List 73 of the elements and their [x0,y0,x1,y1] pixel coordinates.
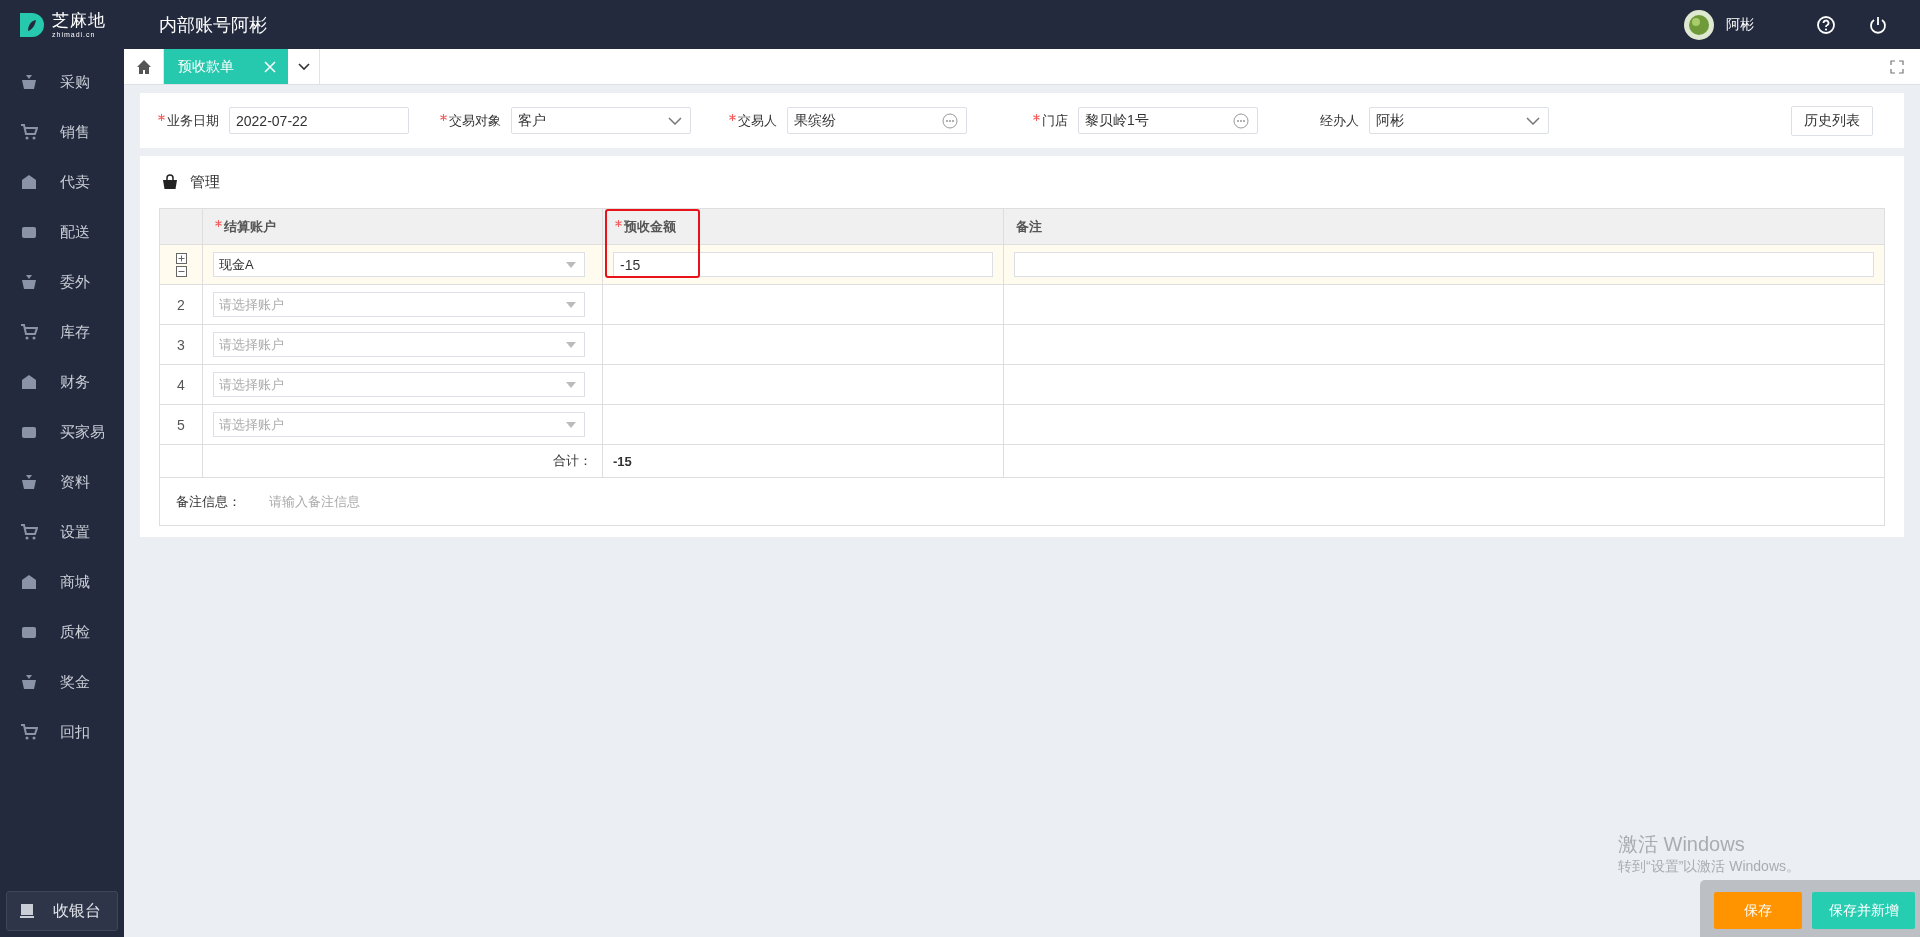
basket-icon [162,174,178,190]
menu-item-icon [20,123,38,141]
activation-title: 激活 Windows [1618,832,1746,857]
total-amount: -15 [613,453,632,469]
avatar-icon[interactable] [1684,9,1714,40]
caret-icon [566,341,576,348]
power-icon[interactable] [1868,14,1888,35]
section-title: 管理 [190,172,220,192]
add-row-icon[interactable] [175,252,187,264]
input-field[interactable]: 阿彬 [1369,107,1549,134]
menu-item-icon [20,573,38,591]
account-title: 内部账号阿彬 [159,13,267,37]
sidebar-item[interactable]: 奖金 [0,657,124,707]
menu-item-icon [20,323,38,341]
total-label: 合计： [553,453,592,468]
sidebar-item[interactable]: 资料 [0,457,124,507]
sidebar-item[interactable]: 财务 [0,357,124,407]
row-number: 3 [177,336,185,353]
logo-text: 芝麻地 [52,11,106,29]
amount-input[interactable]: -15 [613,252,993,277]
logo-icon [18,10,46,39]
sidebar-item[interactable]: 采购 [0,57,124,107]
sidebar-item[interactable]: 委外 [0,257,124,307]
column-header: 结算账户 [224,217,276,236]
row-number: 5 [177,416,185,433]
caret-icon [566,301,576,308]
sidebar-item[interactable]: 商城 [0,557,124,607]
field-label: 交易对象 [449,111,501,130]
column-header: 备注 [1016,217,1042,236]
menu-item-icon [20,373,38,391]
sidebar-item[interactable]: 销售 [0,107,124,157]
sidebar-item[interactable]: 配送 [0,207,124,257]
caret-icon [566,261,576,268]
history-list-button[interactable]: 历史列表 [1791,105,1873,136]
chevron-down-icon [1526,116,1540,125]
menu-item-icon [20,523,38,541]
chevron-down-icon [297,62,310,71]
user-name[interactable]: 阿彬 [1726,15,1754,34]
sidebar-item[interactable]: 买家易 [0,407,124,457]
account-select[interactable]: 现金A [213,252,585,277]
menu-item-icon [20,73,38,91]
field-label: 业务日期 [167,111,219,130]
row-number: 2 [177,296,185,313]
menu-item-icon [20,273,38,291]
home-icon [135,58,152,75]
activation-message: 转到“设置”以激活 Windows。 [1618,858,1800,876]
input-field[interactable]: 2022-07-22 [229,107,409,134]
input-field[interactable]: 客户 [511,107,691,134]
caret-icon [566,421,576,428]
sidebar-item[interactable]: 库存 [0,307,124,357]
chevron-down-icon [668,116,682,125]
menu-item-icon [20,673,38,691]
field-label: 门店 [1042,111,1068,130]
menu-item-icon [20,723,38,741]
sidebar-item[interactable]: 设置 [0,507,124,557]
remark-label: 备注信息： [176,492,241,511]
register-icon [19,903,35,919]
help-icon[interactable] [1816,14,1836,35]
remove-row-icon[interactable] [175,265,187,277]
column-header: 预收金额 [624,217,676,236]
sidebar-item[interactable]: 代卖 [0,157,124,207]
input-field[interactable]: 黎贝岭1号 [1078,107,1258,134]
sidebar-item[interactable]: 质检 [0,607,124,657]
remark-input[interactable] [1014,252,1874,277]
row-number: 4 [177,376,185,393]
cashier-button[interactable]: 收银台 [6,891,118,931]
field-label: 交易人 [738,111,777,130]
field-label: 经办人 [1320,111,1359,130]
input-field[interactable]: 果缤纷 [787,107,967,134]
sidebar-item[interactable]: 回扣 [0,707,124,757]
caret-icon [566,381,576,388]
menu-item-icon [20,473,38,491]
menu-item-icon [20,173,38,191]
